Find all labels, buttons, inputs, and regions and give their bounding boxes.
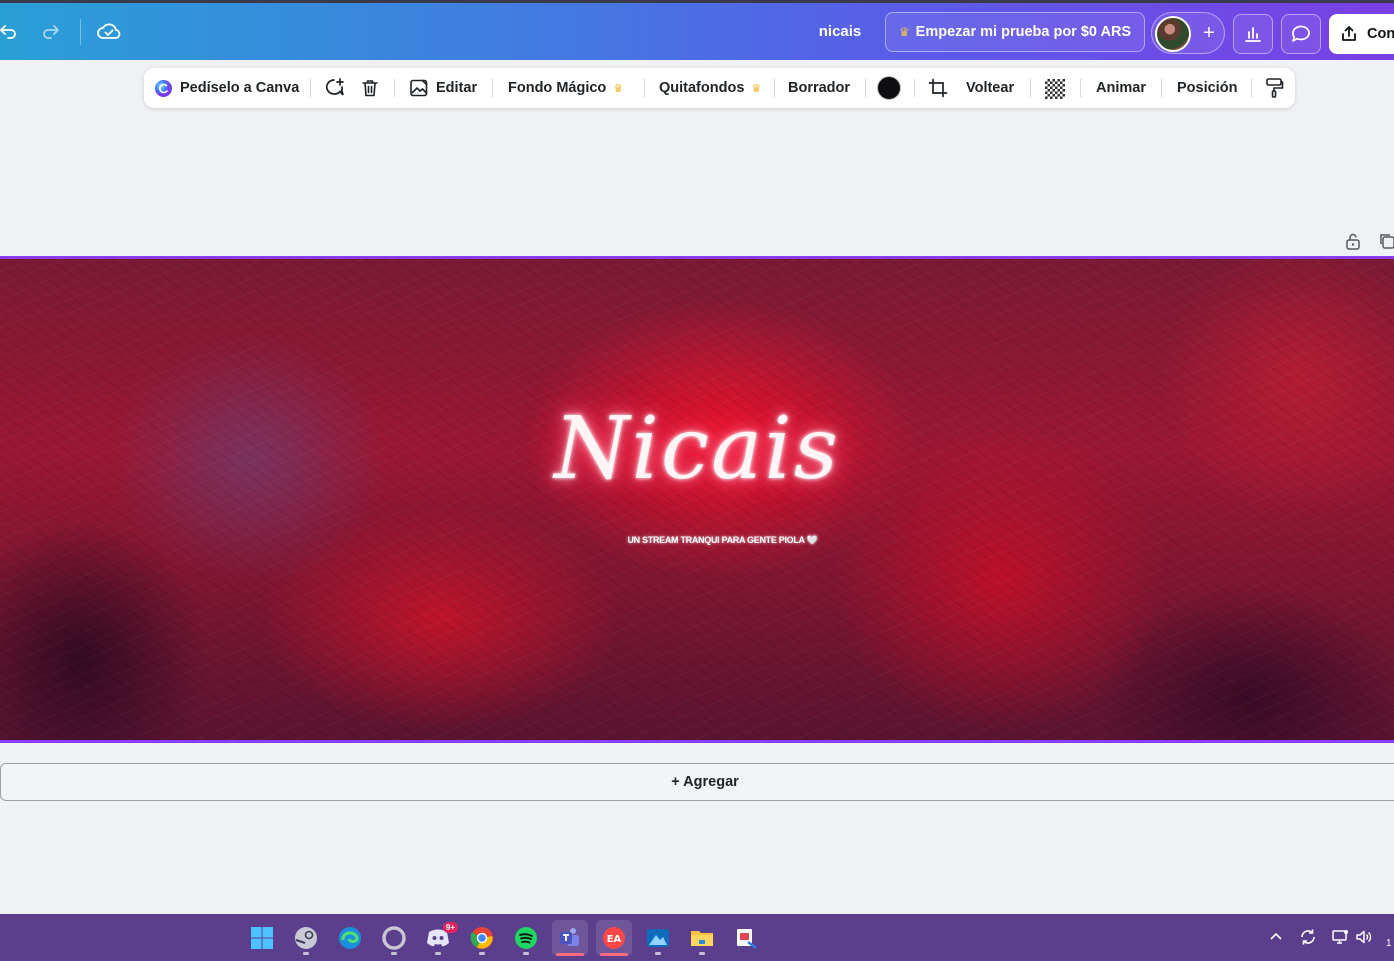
chevron-up-icon[interactable] [1265,926,1287,948]
header-divider [80,19,81,45]
remove-background-button[interactable]: Quitafondos ♛ [659,68,761,108]
cloud-saved-icon[interactable] [93,15,125,47]
crop-icon [928,78,948,98]
premium-crown-icon: ♛ [613,82,624,95]
os-taskbar: 9+ EA [0,914,1394,961]
running-indicator [391,952,397,955]
active-indicator [556,953,584,956]
toolbar-divider [774,79,775,97]
windows-start-icon[interactable] [244,920,280,956]
snipping-tool-icon[interactable] [728,920,764,956]
toolbar-divider [1251,79,1252,97]
neon-title-text[interactable]: Nicais [0,399,1394,499]
redo-icon[interactable] [35,15,67,47]
edit-image-label: Editar [436,80,478,96]
volume-icon[interactable] [1353,926,1375,948]
undo-icon[interactable] [0,15,24,47]
magic-background-label: Fondo Mágico [508,80,607,96]
transparency-icon[interactable] [1045,79,1065,99]
toolbar-divider [1080,79,1081,97]
running-indicator [479,952,485,955]
notification-badge: 9+ [442,922,458,933]
crown-icon: ♛ [898,25,910,39]
chrome-icon[interactable] [464,920,500,956]
edit-image-icon [410,79,428,97]
running-indicator [303,952,309,955]
paint-roller-icon [1266,78,1284,98]
add-collaborator-icon[interactable]: + [1196,20,1222,46]
insights-button[interactable] [1233,14,1273,54]
toolbar-divider [865,79,866,97]
tagline-text[interactable]: UN STREAM TRANQUI PARA GENTE PIOLA 🤍 [0,535,1394,546]
file-explorer-icon[interactable] [684,920,720,956]
comments-button[interactable] [1281,14,1321,54]
steam-icon[interactable] [288,920,324,956]
network-icon[interactable] [1329,926,1351,948]
toolbar-divider [310,79,311,97]
color-swatch[interactable] [877,76,901,100]
add-comment-button[interactable] [324,68,346,108]
share-button[interactable]: Con [1329,14,1394,54]
duplicate-page-icon[interactable] [1376,230,1394,252]
comments-icon [1292,25,1310,42]
position-button[interactable]: Posición [1177,68,1237,108]
editor-header: nicais ♛ Empezar mi prueba por $0 ARS + … [0,0,1394,60]
share-label: Con [1367,26,1394,42]
flip-button[interactable]: Voltear [966,68,1014,108]
running-indicator [699,952,705,955]
canva-ai-icon [155,79,172,97]
toolbar-divider [1030,79,1031,97]
flip-label: Voltear [966,80,1015,96]
premium-crown-icon: ♛ [751,82,762,95]
opera-gx-icon[interactable] [376,920,412,956]
animate-label: Animar [1096,80,1146,96]
collaborators-group[interactable]: + [1151,12,1225,54]
discord-icon[interactable]: 9+ [420,920,458,956]
edit-image-button[interactable]: Editar [409,68,477,108]
edge-icon[interactable] [332,920,368,956]
add-page-button[interactable]: + Agregar [0,763,1394,801]
position-label: Posición [1177,80,1238,96]
running-indicator [435,952,441,955]
lock-page-icon[interactable] [1342,230,1364,252]
ask-canva-label: Pedíselo a Canva [180,80,300,96]
toolbar-divider [914,79,915,97]
avatar[interactable] [1155,16,1191,52]
toolbar-divider [492,79,493,97]
trash-icon [362,80,378,97]
delete-button[interactable] [360,68,380,108]
svg-text:EA: EA [607,934,622,945]
system-clock[interactable]: 1 [1386,938,1392,949]
teams-icon[interactable] [552,920,588,956]
running-indicator [655,952,661,955]
active-indicator [600,953,628,956]
start-trial-label: Empezar mi prueba por $0 ARS [915,24,1132,40]
toolbar-divider [394,79,395,97]
document-title[interactable]: nicais [805,23,875,40]
toolbar-divider [644,79,645,97]
insights-icon [1245,27,1261,42]
start-trial-button[interactable]: ♛ Empezar mi prueba por $0 ARS [885,12,1145,52]
copy-style-button[interactable] [1264,68,1284,108]
ea-app-icon[interactable]: EA [596,920,632,956]
running-indicator [523,952,529,955]
magic-background-button[interactable]: Fondo Mágico ♛ [508,68,623,108]
design-canvas[interactable]: Nicais UN STREAM TRANQUI PARA GENTE PIOL… [0,256,1394,743]
crop-button[interactable] [928,68,948,108]
remove-background-label: Quitafondos [659,80,745,96]
eraser-label: Borrador [788,80,851,96]
photos-icon[interactable] [640,920,676,956]
toolbar-divider [1161,79,1162,97]
ask-canva-button[interactable]: Pedíselo a Canva [154,68,299,108]
share-icon [1342,26,1356,41]
image-toolbar: Pedíselo a Canva Editar Fondo Mágico ♛ Q… [144,68,1295,108]
animate-button[interactable]: Animar [1096,68,1146,108]
eraser-button[interactable]: Borrador [788,68,850,108]
comment-add-icon [325,78,344,96]
sync-icon[interactable] [1297,926,1319,948]
spotify-icon[interactable] [508,920,544,956]
